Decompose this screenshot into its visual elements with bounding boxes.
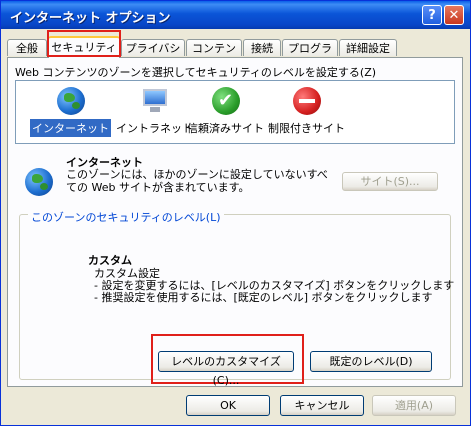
help-button[interactable]: ?: [422, 5, 442, 25]
zone-item-trusted[interactable]: ✔ 信頼済みサイト: [185, 87, 266, 137]
zone-label: 制限付きサイト: [268, 122, 345, 135]
zone-info-description: このゾーンには、ほかのゾーンに設定していないすべての Web サイトが含まれてい…: [66, 168, 328, 194]
checkmark-icon: ✔: [211, 87, 240, 115]
default-level-button[interactable]: 既定のレベル(D): [310, 351, 432, 372]
tab-privacy[interactable]: プライバシー: [121, 39, 185, 72]
security-level-group-title: このゾーンのセキュリティのレベル(L): [28, 209, 224, 225]
sites-button[interactable]: サイト(S)...: [342, 172, 438, 191]
cancel-button[interactable]: キャンセル: [280, 395, 364, 416]
window-title: インターネット オプション: [10, 11, 171, 26]
globe-icon: [25, 168, 53, 196]
title-bar[interactable]: インターネット オプション ? ✕: [1, 1, 470, 29]
zone-item-restricted[interactable]: 制限付きサイト: [266, 87, 347, 137]
zone-list: インターネット イントラネット ✔ 信頼済みサイト 制限付きサイト: [15, 80, 455, 144]
globe-icon: [56, 87, 85, 115]
apply-button[interactable]: 適用(A): [372, 395, 456, 416]
no-entry-icon: [292, 87, 321, 115]
zone-item-internet[interactable]: インターネット: [29, 87, 112, 138]
tab-advanced[interactable]: 詳細設定: [339, 39, 397, 56]
computer-icon: [141, 87, 169, 115]
security-level-name: カスタム: [88, 254, 132, 267]
ok-button[interactable]: OK: [186, 395, 270, 416]
tab-general[interactable]: 全般: [7, 39, 47, 56]
zone-item-intranet[interactable]: イントラネット: [114, 87, 195, 137]
zone-label: イントラネット: [116, 122, 193, 135]
close-button[interactable]: ✕: [444, 5, 464, 25]
security-level-description: カスタム設定 - 設定を変更するには、[レベルのカスタマイズ] ボタンをクリック…: [94, 268, 454, 304]
security-tab-highlight-box: [47, 30, 121, 57]
level-desc-bullet: - 推奨設定を使用するには、[既定のレベル] ボタンをクリックします: [94, 291, 433, 304]
zone-label: 信頼済みサイト: [187, 122, 264, 135]
tab-programs[interactable]: プログラム: [282, 39, 338, 72]
zone-instruction: Web コンテンツのゾーンを選択してセキュリティのレベルを設定する(Z): [15, 66, 377, 79]
customize-level-button[interactable]: レベルのカスタマイズ(C)...: [158, 351, 294, 387]
zone-label: インターネット: [29, 118, 112, 138]
tab-content[interactable]: コンテンツ: [186, 39, 242, 72]
tab-connections[interactable]: 接続: [243, 39, 281, 56]
